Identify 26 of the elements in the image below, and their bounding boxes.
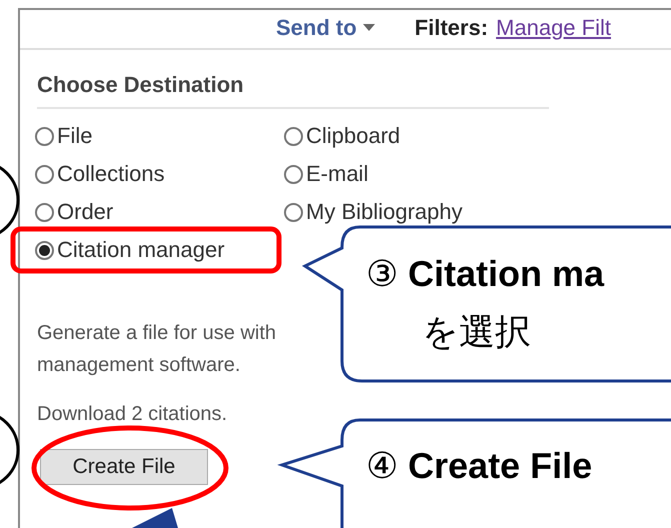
radio-button[interactable] xyxy=(35,164,54,184)
radio-button[interactable] xyxy=(284,202,303,222)
radio-button[interactable] xyxy=(35,202,54,222)
manage-filters-link[interactable]: Manage Filt xyxy=(496,11,611,44)
send-to-menu[interactable]: Send to xyxy=(276,11,375,44)
radio-label: File xyxy=(57,125,92,147)
radio-label: Order xyxy=(57,201,114,223)
radio-label: My Bibliography xyxy=(306,201,463,223)
callout-text: を選択 xyxy=(422,314,531,350)
caret-icon xyxy=(362,24,375,31)
radio-button[interactable] xyxy=(284,126,303,146)
filters-label: Filters: xyxy=(414,14,488,42)
description-text: Generate a file for use with management software. xyxy=(37,321,278,378)
download-note: Download 2 citations. xyxy=(37,402,228,427)
arrow-icon xyxy=(132,508,178,528)
callout-heading: ③ Citation ma xyxy=(366,256,604,292)
create-file-button[interactable]: Create File xyxy=(40,449,208,485)
section-title: Choose Destination xyxy=(37,68,549,109)
callout-heading: ④ Create File xyxy=(366,448,592,484)
radio-button[interactable] xyxy=(35,126,54,146)
radio-label: Citation manager xyxy=(57,239,225,261)
radio-label: Collections xyxy=(57,163,165,185)
radio-label: Clipboard xyxy=(306,125,400,147)
radio-button[interactable] xyxy=(35,240,54,260)
radio-label: E-mail xyxy=(306,163,368,185)
radio-button[interactable] xyxy=(284,164,303,184)
